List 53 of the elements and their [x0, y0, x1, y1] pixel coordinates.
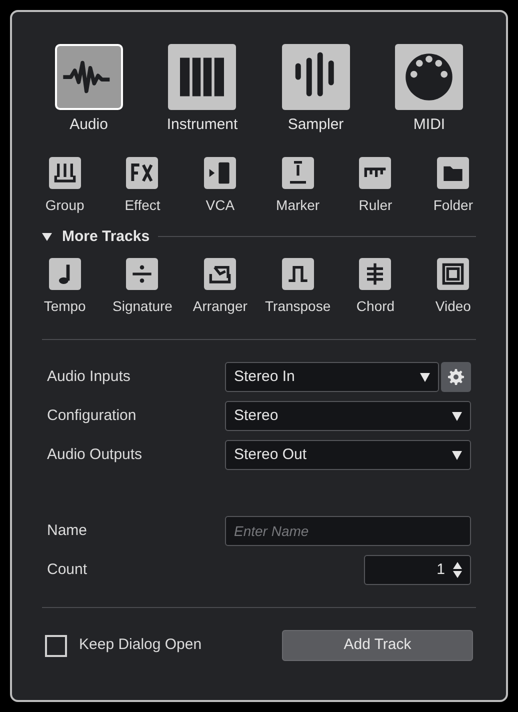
name-input-field[interactable]: Enter Name: [225, 516, 471, 546]
waveform-icon: [54, 44, 123, 110]
folder-icon: [437, 156, 470, 188]
sliders-icon: [48, 156, 81, 188]
more-tracks-toggle[interactable]: More Tracks: [42, 226, 150, 248]
track-type-button[interactable]: Chord: [336, 258, 414, 317]
track-type-button[interactable]: Audio: [32, 44, 146, 136]
track-type-button[interactable]: Effect: [104, 156, 182, 216]
midi-plug-icon: [395, 44, 464, 110]
track-type-button[interactable]: Marker: [258, 156, 337, 216]
bars-icon: [282, 44, 350, 110]
track-type-button[interactable]: Video: [414, 258, 492, 317]
dropdown[interactable]: Stereo In: [225, 362, 439, 392]
fader-icon: [204, 156, 236, 188]
piano-keys-icon: [168, 44, 236, 110]
field-label: Configuration: [47, 406, 138, 426]
track-type-button[interactable]: Folder: [414, 156, 492, 216]
field-label: Name: [47, 520, 88, 541]
track-type-button[interactable]: Group: [26, 156, 104, 216]
settings-icon: [448, 369, 464, 385]
count-spin-field[interactable]: 1: [364, 555, 471, 585]
track-type-button[interactable]: VCA: [181, 156, 259, 216]
dropdown[interactable]: Stereo: [225, 401, 471, 431]
checkbox[interactable]: [45, 634, 67, 656]
field-label: Audio Inputs: [47, 366, 132, 387]
film-frame-icon: [437, 258, 470, 290]
caret-icon: [42, 232, 52, 242]
ruler-icon: [359, 156, 392, 188]
track-type-button[interactable]: Sampler: [259, 44, 372, 136]
checkbox-label: Keep Dialog Open: [79, 635, 202, 656]
track-type-button[interactable]: Ruler: [336, 156, 414, 216]
track-type-button[interactable]: Arranger: [181, 258, 259, 317]
fx-icon: [126, 156, 158, 188]
caret-icon: [452, 412, 462, 420]
track-type-button[interactable]: MIDI: [372, 44, 486, 136]
arranger-icon: [204, 258, 236, 290]
spin-arrows-icon: [453, 562, 462, 578]
track-type-button[interactable]: Signature: [104, 258, 182, 317]
field-label: Audio Outputs: [47, 444, 144, 465]
track-type-button[interactable]: Instrument: [146, 44, 259, 136]
note-icon: [48, 258, 81, 290]
add-track-button[interactable]: Add Track: [282, 630, 473, 661]
divide-icon: [126, 258, 158, 290]
track-type-button[interactable]: Tempo: [26, 258, 104, 317]
track-type-button[interactable]: Transpose: [258, 258, 337, 317]
chord-icon: [359, 258, 392, 290]
caret-icon: [420, 372, 430, 382]
marker-icon: [282, 156, 314, 188]
pulse-icon: [282, 258, 314, 290]
dropdown[interactable]: Stereo Out: [225, 440, 471, 470]
field-label: Count: [47, 560, 88, 580]
caret-icon: [452, 450, 462, 460]
settings-button[interactable]: [441, 362, 471, 392]
